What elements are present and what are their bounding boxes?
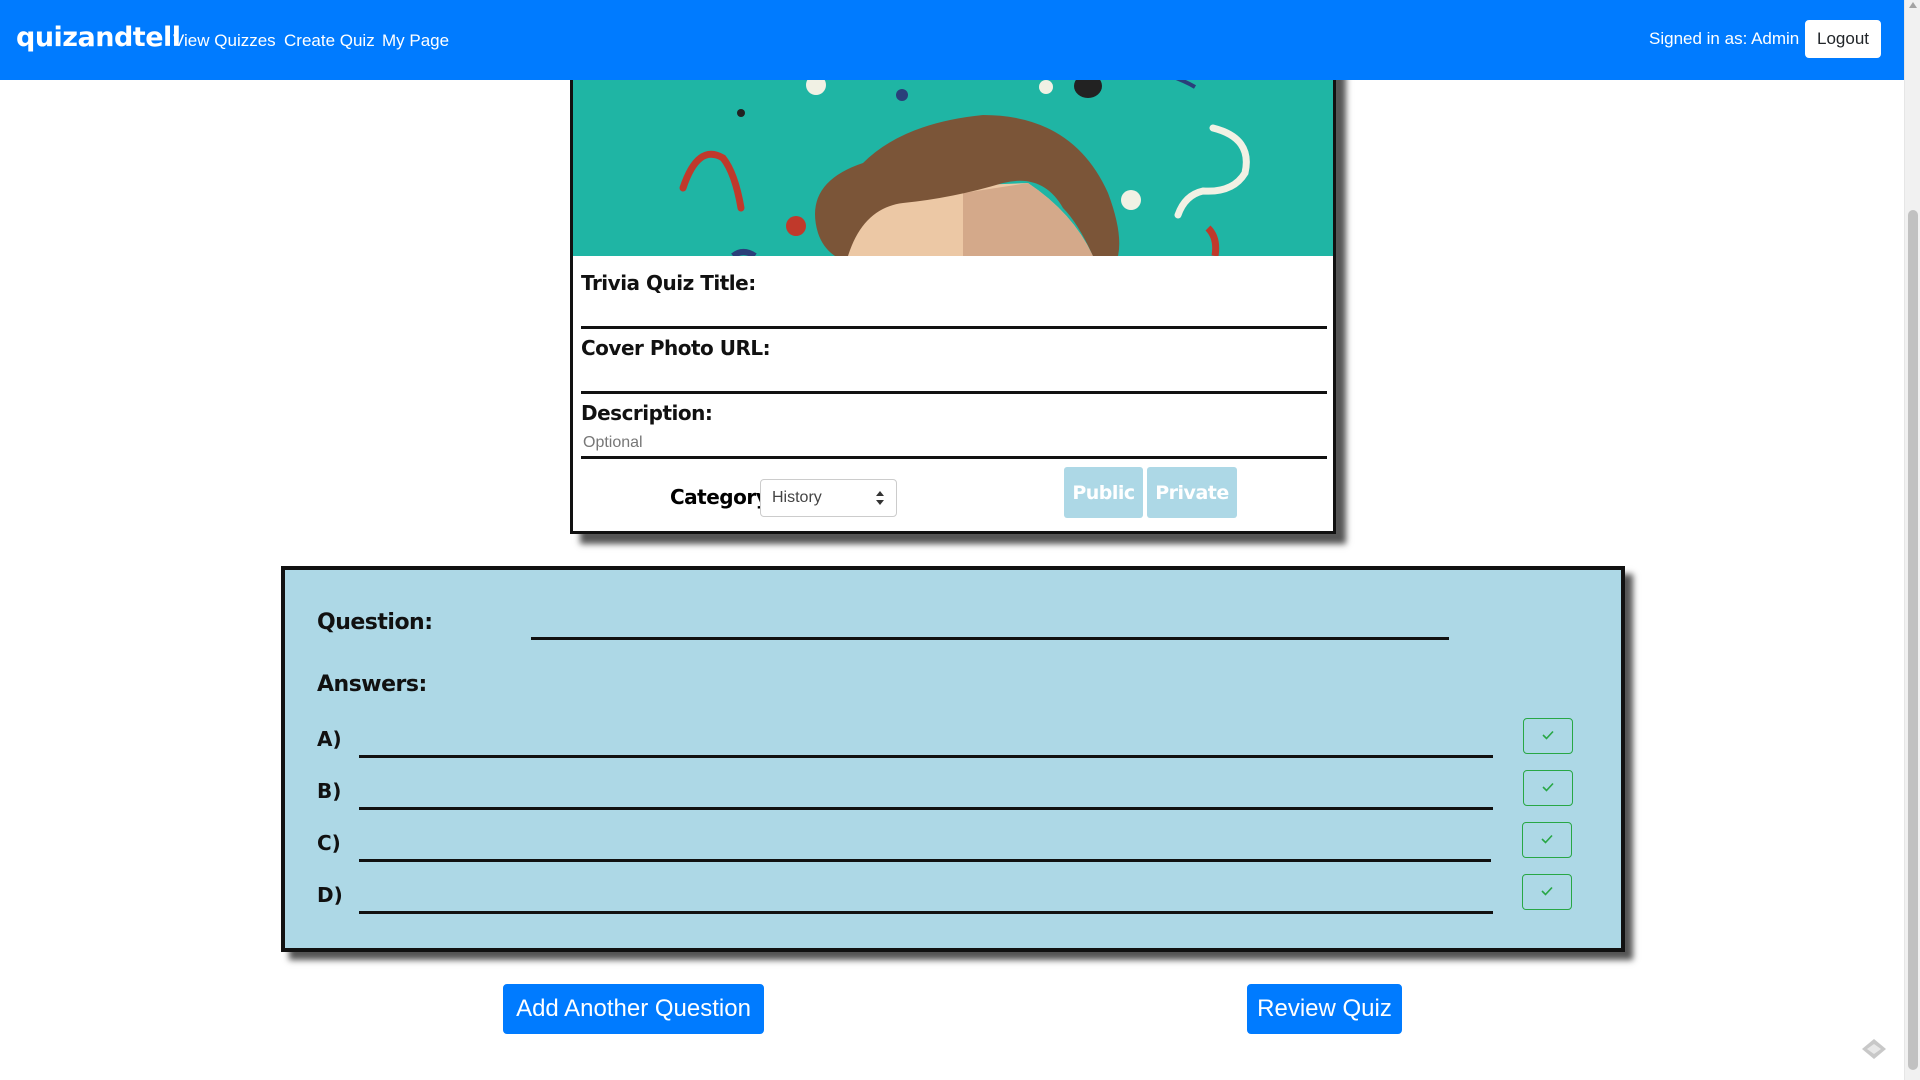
public-button[interactable]: Public xyxy=(1064,467,1143,518)
cover-photo-label: Cover Photo URL: xyxy=(581,336,771,360)
answer-b-input[interactable] xyxy=(359,772,1493,810)
answer-d-input[interactable] xyxy=(359,876,1493,914)
signed-in-text: Signed in as: Admin xyxy=(1649,29,1800,48)
check-icon xyxy=(1541,886,1553,896)
add-question-button[interactable]: Add Another Question xyxy=(503,984,764,1034)
answer-c-input[interactable] xyxy=(359,824,1491,862)
category-selected-value: History xyxy=(772,489,822,506)
question-label: Question: xyxy=(317,610,433,635)
answer-a-correct-button[interactable] xyxy=(1523,718,1573,754)
vertical-scrollbar[interactable] xyxy=(1904,0,1920,1080)
answer-a-input[interactable] xyxy=(359,720,1493,758)
diamond-icon[interactable] xyxy=(1860,1038,1888,1060)
quiz-info-card: Trivia Quiz Title: Cover Photo URL: Desc… xyxy=(570,40,1336,534)
answer-b-correct-button[interactable] xyxy=(1523,770,1573,806)
page: quizandtell View Quizzes Create Quiz My … xyxy=(0,0,1920,1080)
answer-c-letter: C) xyxy=(317,831,341,855)
private-button[interactable]: Private xyxy=(1147,467,1237,518)
check-icon xyxy=(1541,834,1553,844)
nav-link-view-quizzes[interactable]: View Quizzes xyxy=(173,31,276,51)
question-input[interactable] xyxy=(531,602,1449,640)
answer-b-letter: B) xyxy=(317,779,342,803)
check-icon xyxy=(1542,782,1554,792)
navbar: quizandtell View Quizzes Create Quiz My … xyxy=(0,0,1904,80)
description-input[interactable] xyxy=(581,429,1327,459)
scrollbar-thumb[interactable] xyxy=(1908,210,1918,1070)
category-select[interactable]: History xyxy=(760,479,897,517)
cover-photo-url-input[interactable] xyxy=(581,364,1327,394)
question-card: Question: Answers: A) B) C) D) xyxy=(281,566,1625,952)
answer-d-correct-button[interactable] xyxy=(1522,874,1572,910)
logout-button[interactable]: Logout xyxy=(1805,20,1881,58)
answer-d-letter: D) xyxy=(317,883,343,907)
nav-link-create-quiz[interactable]: Create Quiz xyxy=(284,31,375,51)
quiz-title-label: Trivia Quiz Title: xyxy=(581,271,756,295)
quiz-title-input[interactable] xyxy=(581,299,1327,329)
check-icon xyxy=(1542,730,1554,740)
answers-label: Answers: xyxy=(317,672,427,697)
select-arrows-icon xyxy=(876,491,884,505)
brand-logo[interactable]: quizandtell xyxy=(16,22,181,53)
review-quiz-button[interactable]: Review Quiz xyxy=(1247,984,1402,1034)
answer-c-correct-button[interactable] xyxy=(1522,822,1572,858)
scroll-up-arrow-icon[interactable] xyxy=(1909,2,1917,8)
description-label: Description: xyxy=(581,401,713,425)
answer-a-letter: A) xyxy=(317,727,342,751)
nav-link-my-page[interactable]: My Page xyxy=(382,31,449,51)
